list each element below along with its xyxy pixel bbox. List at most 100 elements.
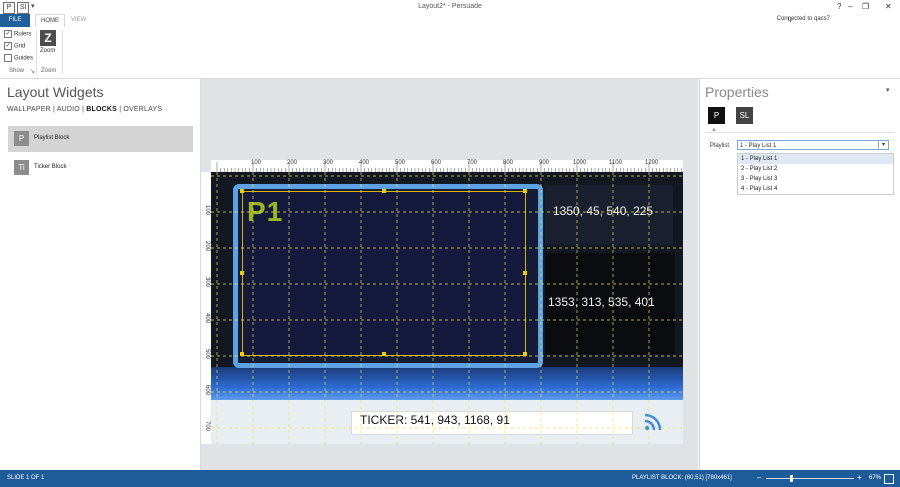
ticker-block-icon: Ti: [14, 160, 29, 175]
nav-separator: |: [52, 106, 56, 113]
ruler-label: 600: [431, 160, 442, 166]
resize-handle[interactable]: [523, 271, 527, 275]
ruler-label: 800: [503, 160, 514, 166]
ruler-label: 1000: [573, 160, 587, 166]
ruler-label: 100: [251, 160, 262, 166]
zoom-slider[interactable]: [766, 478, 854, 479]
pin-icon[interactable]: ▾: [886, 86, 890, 94]
playlist-option[interactable]: 1 - Play List 1: [738, 154, 893, 164]
resize-handle[interactable]: [240, 352, 244, 356]
resize-handle[interactable]: [240, 271, 244, 275]
ruler-label: 100: [204, 205, 210, 216]
playlist-select[interactable]: 1 - Play List 1 ▾: [737, 140, 889, 150]
widget-label: Ticker Block: [34, 164, 67, 170]
p1-label: P1: [247, 196, 284, 227]
checkbox-check-icon: ✓: [4, 30, 12, 38]
resize-handle[interactable]: [523, 352, 527, 356]
resize-handle[interactable]: [240, 189, 244, 193]
tab-view[interactable]: VIEW: [66, 14, 91, 27]
help-icon[interactable]: ?: [837, 2, 841, 12]
ruler-label: 1200: [645, 160, 659, 166]
zoom-out-button[interactable]: –: [757, 473, 761, 482]
ruler-label: 500: [395, 160, 406, 166]
ruler-label: 400: [359, 160, 370, 166]
resize-handle[interactable]: [523, 189, 527, 193]
playlist-block-icon: P: [14, 131, 29, 146]
dialog-launcher-icon[interactable]: ↘: [30, 68, 35, 75]
nav-audio[interactable]: AUDIO: [57, 106, 80, 113]
ruler-label: 700: [204, 421, 210, 432]
playlist-option[interactable]: 2 - Play List 2: [738, 164, 893, 174]
widget-playlist-block[interactable]: P Playlist Block: [8, 126, 193, 152]
show-group-label: Show: [9, 68, 25, 74]
playlist-label: Playlist: [710, 143, 730, 149]
zoom-in-button[interactable]: +: [857, 473, 862, 482]
ruler-label: 1100: [609, 160, 622, 166]
properties-panel: [699, 79, 900, 470]
checkbox-check-icon: ✓: [4, 42, 12, 50]
ruler-label: 500: [204, 349, 210, 360]
nav-wallpaper[interactable]: WALLPAPER: [7, 106, 51, 113]
guides-label: Guides: [14, 55, 34, 62]
properties-divider: [705, 132, 895, 133]
widget-category-nav: WALLPAPER | AUDIO | BLOCKS | OVERLAYS: [7, 106, 162, 113]
ruler-label: 900: [539, 160, 550, 166]
block-middle-right-coords: 1353, 313, 535, 401: [548, 295, 655, 309]
block-top-right-coords: 1350, 45, 540, 225: [553, 204, 654, 218]
playlist-option[interactable]: 4 - Play List 4: [738, 184, 893, 194]
ribbon-divider: [36, 30, 37, 74]
widget-ticker-block[interactable]: Ti Ticker Block: [8, 155, 193, 181]
tab-file[interactable]: FILE: [0, 14, 30, 27]
ticker-block-coords: TICKER: 541, 943, 1168, 91: [360, 413, 510, 427]
playlist-dropdown-list: 1 - Play List 1 2 - Play List 2 3 - Play…: [737, 153, 894, 195]
close-button[interactable]: ✕: [885, 2, 892, 12]
checkbox-empty-icon: [4, 54, 12, 62]
selected-block-info: PLAYLIST BLOCK: (60,51) [780x461]: [632, 475, 732, 481]
ruler-label: 300: [204, 277, 210, 288]
minimize-button[interactable]: –: [848, 2, 852, 12]
nav-blocks[interactable]: BLOCKS: [86, 106, 117, 113]
resize-handle[interactable]: [382, 189, 386, 193]
rulers-checkbox[interactable]: ✓ Rulers: [4, 30, 31, 39]
grid-label: Grid: [14, 43, 26, 50]
rss-icon: [644, 413, 662, 431]
playlist-block-p1[interactable]: [242, 191, 526, 356]
fit-to-window-icon[interactable]: [884, 474, 894, 484]
chevron-down-icon[interactable]: ▾: [878, 141, 888, 149]
ruler-label: 400: [204, 313, 210, 324]
guides-checkbox[interactable]: Guides: [4, 54, 33, 63]
zoom-group-label: Zoom: [41, 68, 57, 74]
zoom-button-label: Zoom: [40, 48, 56, 54]
status-bar: [0, 470, 900, 487]
grid-checkbox[interactable]: ✓ Grid: [4, 42, 25, 51]
playlist-option[interactable]: 3 - Play List 3: [738, 174, 893, 184]
ruler-label: 200: [204, 241, 210, 252]
tab-home[interactable]: HOME: [35, 14, 65, 28]
slide-counter: SLIDE 1 OF 1: [7, 475, 45, 481]
nav-separator: |: [82, 106, 85, 113]
ruler-label: 600: [204, 385, 210, 396]
ribbon-tab-bar: [0, 14, 900, 28]
restore-button[interactable]: ❐: [862, 2, 869, 12]
connection-status: Connected to qacs7: [776, 16, 830, 22]
playlist-selected-value: 1 - Play List 1: [740, 143, 777, 149]
nav-overlays[interactable]: OVERLAYS: [123, 106, 162, 113]
properties-sl-toggle[interactable]: SL: [736, 107, 753, 124]
properties-title: Properties: [705, 84, 769, 100]
ruler-label: 200: [287, 160, 298, 166]
nav-separator: |: [119, 106, 122, 113]
ruler-label: 700: [467, 160, 478, 166]
background-glow: [211, 367, 683, 403]
resize-handle[interactable]: [382, 352, 386, 356]
zoom-button[interactable]: Z: [40, 30, 56, 46]
layout-widgets-title: Layout Widgets: [7, 84, 104, 100]
ribbon-divider: [62, 30, 63, 74]
zoom-slider-thumb[interactable]: [789, 475, 793, 482]
layout-stage[interactable]: 1350, 45, 540, 225 1353, 313, 535, 401 P…: [211, 172, 683, 444]
ruler-label: 300: [323, 160, 334, 166]
window-title: Layout2* - Persuade: [418, 3, 482, 10]
properties-p-toggle[interactable]: P: [708, 107, 725, 124]
ribbon: [0, 27, 900, 79]
zoom-percentage: 67%: [869, 475, 882, 481]
rulers-label: Rulers: [14, 31, 32, 38]
